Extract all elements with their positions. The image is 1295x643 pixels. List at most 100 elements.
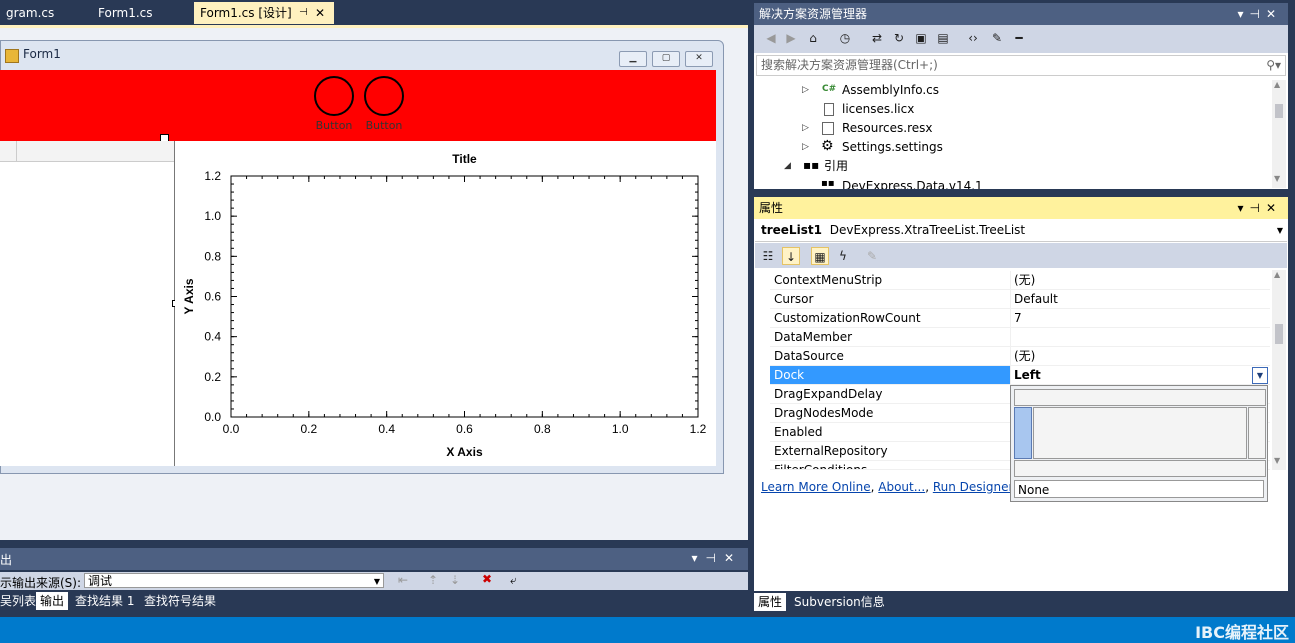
tab-output[interactable]: 输出	[36, 592, 69, 610]
clear-all-icon[interactable]: ✖	[482, 572, 492, 586]
sync-icon[interactable]: ⇄	[868, 29, 886, 47]
chart-control[interactable]: Title X Axis Y Axis 0.0 0.2 0.4 0.6 0.8 1.0 1.2 0.…	[175, 141, 716, 466]
properties-tab-bar: 属性 Subversion信息	[754, 591, 1288, 613]
output-tool-icon[interactable]: ⇤	[398, 573, 408, 587]
tree-list-control[interactable]	[0, 141, 175, 466]
pin-icon[interactable]: ⊣	[299, 2, 308, 24]
forward-icon[interactable]: ▶	[782, 29, 800, 47]
run-designer-link[interactable]: Run Designer	[933, 480, 1014, 494]
dock-right-option[interactable]	[1248, 407, 1266, 459]
property-value[interactable]: (无)	[1014, 271, 1035, 290]
round-button-1-label: Button	[315, 119, 353, 132]
property-value[interactable]: (无)	[1014, 347, 1035, 366]
tab-find-results[interactable]: 查找结果 1	[71, 592, 138, 610]
output-tab-bar: 吴列表 输出 查找结果 1 查找符号结果	[0, 590, 748, 612]
maximize-icon[interactable]: ▢	[652, 51, 680, 67]
scroll-up-icon[interactable]: ▲	[1274, 80, 1280, 89]
tab-find-symbol-results[interactable]: 查找符号结果	[140, 592, 220, 610]
refresh-icon[interactable]: ↻	[890, 29, 908, 47]
x-tick-label: 0.4	[378, 422, 395, 436]
close-icon[interactable]: ✕	[315, 2, 325, 24]
scroll-thumb[interactable]	[1275, 324, 1283, 344]
dock-fill-option[interactable]	[1033, 407, 1247, 459]
property-value[interactable]: Left	[1011, 366, 1273, 384]
dock-left-option[interactable]	[1014, 407, 1032, 459]
dock-top-option[interactable]	[1014, 389, 1266, 406]
x-tick-label: 0.2	[300, 422, 317, 436]
history-icon[interactable]: ◷	[836, 29, 854, 47]
preview-icon[interactable]: ━	[1010, 29, 1028, 47]
dock-bottom-option[interactable]	[1014, 460, 1266, 477]
collapse-all-icon[interactable]: ▣	[912, 29, 930, 47]
scroll-thumb[interactable]	[1275, 104, 1283, 118]
back-icon[interactable]: ◀	[762, 29, 780, 47]
column-divider	[16, 141, 17, 161]
minimize-icon[interactable]: ▁	[619, 51, 647, 67]
output-tool-icon[interactable]: ⇡	[428, 573, 438, 587]
dock-none-option[interactable]: None	[1014, 480, 1264, 498]
properties-scrollbar[interactable]: ▲ ▼	[1272, 270, 1286, 470]
y-tick-label: 0.2	[204, 370, 221, 384]
property-name: DataMember	[774, 330, 853, 344]
property-row[interactable]: Cursor Default	[770, 290, 1270, 309]
expand-arrow-icon[interactable]: ▷	[802, 123, 809, 133]
y-tick-label: 1.2	[204, 169, 221, 183]
panel-controls[interactable]: ▾⊣✕	[1237, 3, 1282, 25]
form-close-icon[interactable]: ✕	[685, 51, 713, 67]
scroll-down-icon[interactable]: ▼	[1274, 174, 1280, 183]
properties-object-selector[interactable]: treeList1 DevExpress.XtraTreeList.TreeLi…	[755, 219, 1287, 242]
property-name: DragNodesMode	[774, 406, 874, 420]
categorized-icon[interactable]: ☷	[759, 247, 777, 265]
tab-form1-designer[interactable]: Form1.cs [设计] ⊣ ✕	[194, 2, 334, 24]
word-wrap-icon[interactable]: ⤶	[510, 573, 517, 588]
tab-error-list[interactable]: 吴列表	[0, 592, 40, 610]
property-pages-icon[interactable]: ✎	[863, 247, 881, 265]
scroll-up-icon[interactable]: ▲	[1274, 270, 1280, 279]
tab-properties[interactable]: 属性	[754, 593, 787, 611]
learn-more-link[interactable]: Learn More Online	[761, 480, 871, 494]
scroll-down-icon[interactable]: ▼	[1274, 456, 1280, 465]
chevron-down-icon[interactable]: ▼	[1252, 367, 1268, 384]
show-all-files-icon[interactable]: ▤	[934, 29, 952, 47]
output-tool-icon[interactable]: ⇣	[450, 573, 460, 587]
about-link[interactable]: About...	[878, 480, 925, 494]
round-button-1[interactable]	[314, 76, 354, 116]
red-panel[interactable]: Button Button	[0, 70, 716, 143]
property-value[interactable]: Default	[1014, 290, 1058, 309]
home-icon[interactable]: ⌂	[804, 29, 822, 47]
tree-item-references[interactable]: 引用	[824, 157, 848, 176]
events-icon[interactable]: ϟ	[834, 247, 852, 265]
alphabetical-icon[interactable]: ↓	[782, 247, 800, 265]
tab-subversion[interactable]: Subversion信息	[790, 593, 889, 611]
collapse-arrow-icon[interactable]: ◢	[784, 161, 791, 171]
round-button-2[interactable]	[364, 76, 404, 116]
tab-form1-cs[interactable]: Form1.cs	[92, 2, 159, 24]
expand-arrow-icon[interactable]: ▷	[802, 142, 809, 152]
solution-scrollbar[interactable]: ▲ ▼	[1272, 80, 1286, 188]
y-tick-label: 0.8	[204, 249, 221, 263]
chart-title: Title	[452, 152, 477, 166]
view-code-icon[interactable]: ‹›	[964, 29, 982, 47]
tab-program-cs[interactable]: gram.cs	[0, 2, 60, 24]
property-row[interactable]: CustomizationRowCount 7	[770, 309, 1270, 328]
output-window-controls[interactable]: ▾⊣✕	[691, 551, 742, 565]
solution-search-input[interactable]: 搜索解决方案资源管理器(Ctrl+;) ⚲▾	[756, 55, 1286, 76]
property-value[interactable]: 7	[1014, 309, 1022, 328]
tree-item-assemblyinfo[interactable]: AssemblyInfo.cs	[842, 81, 939, 100]
expand-arrow-icon[interactable]: ▷	[802, 85, 809, 95]
output-source-label: 示输出来源(S):	[0, 576, 82, 590]
property-row[interactable]: DataSource (无)	[770, 347, 1270, 366]
properties-wrench-icon[interactable]: ✎	[988, 29, 1006, 47]
tree-item-resources[interactable]: Resources.resx	[842, 119, 933, 138]
property-row[interactable]: Dock Left ▼	[770, 366, 1273, 385]
panel-controls[interactable]: ▾⊣✕	[1237, 197, 1282, 219]
form-title: Form1	[23, 47, 61, 61]
properties-icon[interactable]: ▦	[811, 247, 829, 265]
tree-item-devexpress-data[interactable]: DevExpress.Data.v14.1	[842, 177, 983, 189]
tree-item-licenses[interactable]: licenses.licx	[842, 100, 914, 119]
property-row[interactable]: DataMember	[770, 328, 1270, 347]
output-source-select[interactable]: 调试 ▼	[84, 573, 384, 588]
tree-item-settings[interactable]: Settings.settings	[842, 138, 943, 157]
property-row[interactable]: ContextMenuStrip (无)	[770, 271, 1270, 290]
dock-picker-dropdown[interactable]: None	[1010, 385, 1268, 502]
